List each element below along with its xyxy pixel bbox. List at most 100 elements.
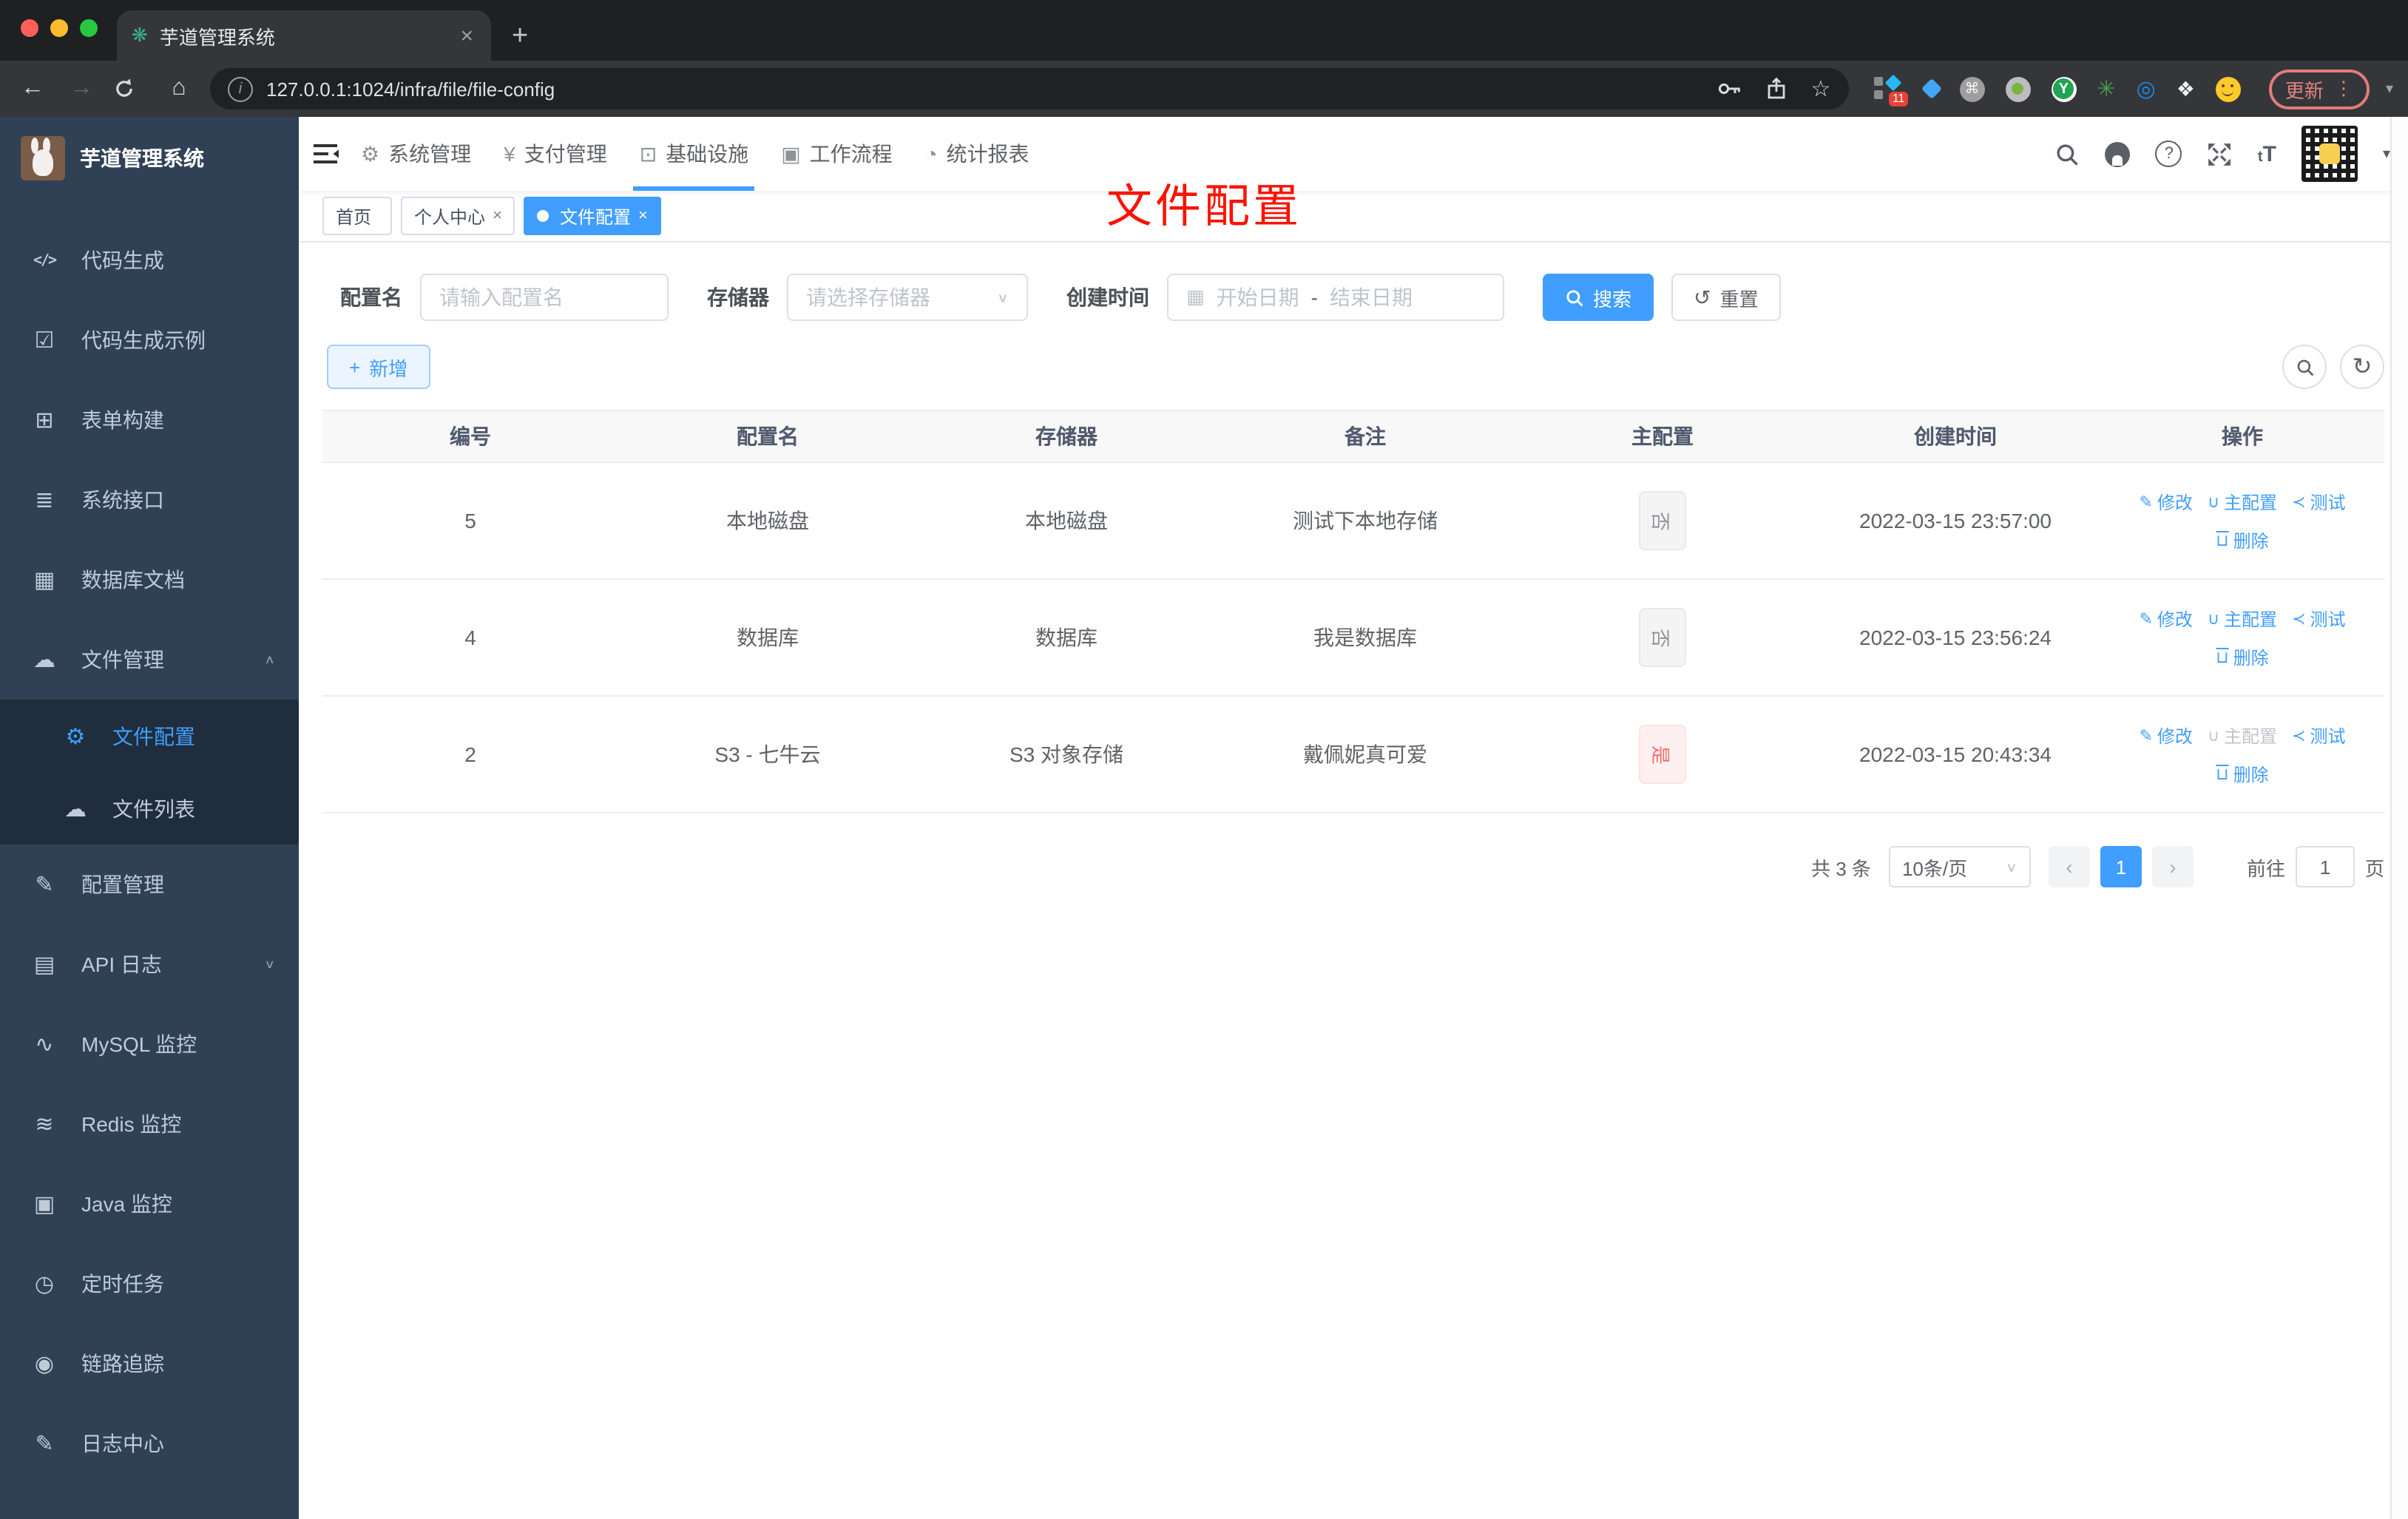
extension-dot-icon[interactable] xyxy=(2005,76,2031,101)
page-size-select[interactable]: 10条/页 ∨ xyxy=(1888,846,2031,887)
config-name-input[interactable]: 请输入配置名 xyxy=(420,274,669,321)
edit-link[interactable]: ✎ 修改 xyxy=(2139,606,2192,631)
font-size-icon[interactable]: tT xyxy=(2258,141,2276,166)
search-icon[interactable] xyxy=(2055,141,2080,166)
sidebar-item[interactable]: ≣ 系统接口 xyxy=(0,460,299,540)
date-range-picker[interactable]: ▦ 开始日期 - 结束日期 xyxy=(1167,274,1504,321)
reset-button[interactable]: ↺ 重置 xyxy=(1671,274,1781,321)
url-bar[interactable]: i 127.0.0.1:1024/infra/file/file-config … xyxy=(210,68,1849,109)
start-date-placeholder[interactable]: 开始日期 xyxy=(1217,283,1299,312)
search-button[interactable]: 搜索 xyxy=(1543,274,1654,321)
prev-page-button[interactable]: ‹ xyxy=(2048,846,2090,887)
sidebar-item[interactable]: ▦ 数据库文档 xyxy=(0,540,299,620)
extension-emoji-icon[interactable] xyxy=(2215,76,2241,101)
toolbar-caret-icon[interactable]: ▾ xyxy=(2386,81,2393,97)
back-button[interactable]: ← xyxy=(15,75,50,102)
next-page-button[interactable]: › xyxy=(2151,846,2194,887)
browser-menu-icon[interactable]: ⋮ xyxy=(2334,77,2353,101)
top-nav-item[interactable]: ⚙ 系统管理 xyxy=(361,117,471,191)
window-controls[interactable] xyxy=(21,19,98,37)
tag-item[interactable]: 首页 xyxy=(322,197,393,235)
page-scrollbar[interactable] xyxy=(2390,117,2408,1519)
password-key-icon[interactable] xyxy=(1718,78,1743,99)
refresh-button[interactable]: ↻ xyxy=(2340,345,2384,389)
forward-button[interactable]: → xyxy=(64,75,99,102)
test-link[interactable]: ≺ 测试 xyxy=(2292,489,2345,514)
help-icon[interactable]: ? xyxy=(2155,141,2182,167)
top-nav-item[interactable]: ◔ 统计报表 xyxy=(925,117,1029,191)
master-config-link[interactable]: ∪ 主配置 xyxy=(2208,606,2277,631)
sidebar-item[interactable]: ◷ 定时任务 xyxy=(0,1244,299,1324)
fullscreen-icon[interactable] xyxy=(2208,141,2233,166)
edit-link[interactable]: ✎ 修改 xyxy=(2139,489,2192,514)
share-icon[interactable] xyxy=(1767,77,1788,101)
browser-update-button[interactable]: 更新 ⋮ xyxy=(2268,69,2370,109)
sidebar-item[interactable]: ▣ Java 监控 xyxy=(0,1164,299,1244)
extension-star-icon[interactable]: ✳ xyxy=(2097,75,2115,102)
sidebar-item[interactable]: ⊞ 表单构建 xyxy=(0,380,299,460)
extensions-puzzle-icon[interactable]: ❖ xyxy=(2177,76,2195,101)
window-close-button[interactable] xyxy=(21,19,38,37)
storage-label: 存储器 xyxy=(707,285,769,309)
master-config-link[interactable]: ∪ 主配置 xyxy=(2208,723,2277,748)
delete-link[interactable]: ⊔ 删除 xyxy=(2216,644,2268,669)
sidebar-subitem[interactable]: ☁ 文件列表 xyxy=(0,772,299,845)
extension-command-icon[interactable]: ⌘ xyxy=(1959,76,1985,101)
github-icon[interactable] xyxy=(2105,141,2131,166)
bookmark-star-icon[interactable]: ☆ xyxy=(1811,75,1831,102)
sidebar-item[interactable]: ◉ 链路追踪 xyxy=(0,1324,299,1404)
app-logo-row: 芋道管理系统 xyxy=(0,117,299,200)
sidebar-item[interactable]: ☑ 代码生成示例 xyxy=(0,300,299,380)
current-page-button[interactable]: 1 xyxy=(2100,846,2142,887)
sidebar-item[interactable]: ▤ API 日志 ∨ xyxy=(0,924,299,1004)
test-link[interactable]: ≺ 测试 xyxy=(2292,606,2345,631)
top-nav-item[interactable]: ⊡ 基础设施 xyxy=(633,117,754,191)
avatar-qr[interactable] xyxy=(2301,126,2358,182)
annotation-overlay: 文件配置 xyxy=(1106,180,1302,232)
master-config-link[interactable]: ∪ 主配置 xyxy=(2208,489,2277,514)
java-monitor-icon: ▣ xyxy=(33,1192,55,1217)
site-info-icon[interactable]: i xyxy=(228,76,253,101)
sidebar-collapse-icon[interactable] xyxy=(314,142,340,166)
home-button[interactable]: ⌂ xyxy=(161,75,197,102)
extension-eye-icon[interactable]: ◎ xyxy=(2137,75,2156,102)
sidebar-item[interactable]: ☁ 文件管理 ∧ xyxy=(0,620,299,700)
window-zoom-button[interactable] xyxy=(80,19,98,37)
top-nav-item[interactable]: ▣ 工作流程 xyxy=(781,117,892,191)
avatar-caret-icon[interactable]: ▾ xyxy=(2383,146,2390,162)
top-nav-item[interactable]: ¥ 支付管理 xyxy=(504,117,607,191)
delete-link[interactable]: ⊔ 删除 xyxy=(2216,761,2268,786)
add-button[interactable]: + 新增 xyxy=(327,345,430,389)
sidebar-subitem[interactable]: ⚙ 文件配置 xyxy=(0,700,299,772)
magnet-icon: ∪ xyxy=(2207,493,2220,511)
tag-item[interactable]: 个人中心 × xyxy=(401,197,515,235)
browser-tab[interactable]: ❋ 芋道管理系统 × xyxy=(117,10,491,61)
chevron-icon: ∧ xyxy=(264,653,275,666)
config-name-label: 配置名 xyxy=(340,285,402,309)
sidebar-item[interactable]: ∿ MySQL 监控 xyxy=(0,1004,299,1084)
chevron-icon: ∨ xyxy=(264,958,275,971)
tag-close-icon[interactable]: × xyxy=(493,207,502,225)
reload-button[interactable] xyxy=(112,77,148,101)
extension-y-icon[interactable]: Y xyxy=(2051,76,2077,101)
delete-link[interactable]: ⊔ 删除 xyxy=(2216,527,2268,552)
sidebar-item[interactable]: ✎ 日志中心 xyxy=(0,1404,299,1484)
test-link[interactable]: ≺ 测试 xyxy=(2292,723,2345,748)
extension-blocks-icon[interactable]: 11 xyxy=(1873,74,1908,106)
sidebar-item[interactable]: ✎ 配置管理 xyxy=(0,845,299,924)
url-text[interactable]: 127.0.0.1:1024/infra/file/file-config xyxy=(266,78,1705,100)
show-search-button[interactable] xyxy=(2282,345,2327,389)
sidebar-item[interactable]: ≋ Redis 监控 xyxy=(0,1084,299,1164)
sidebar-item[interactable]: </> 代码生成 xyxy=(0,220,299,300)
tab-close-icon[interactable]: × xyxy=(457,23,476,48)
tag-item[interactable]: 文件配置 × xyxy=(524,197,661,235)
window-minimize-button[interactable] xyxy=(50,19,68,37)
goto-page-input[interactable]: 1 xyxy=(2295,846,2355,887)
new-tab-button[interactable]: + xyxy=(512,21,528,61)
end-date-placeholder[interactable]: 结束日期 xyxy=(1330,283,1413,312)
extension-gem-icon[interactable] xyxy=(1921,78,1942,100)
edit-link[interactable]: ✎ 修改 xyxy=(2139,723,2192,748)
app-logo-rabbit xyxy=(21,136,65,180)
tag-close-icon[interactable]: × xyxy=(638,207,648,225)
storage-select[interactable]: 请选择存储器 ∨ xyxy=(787,274,1028,321)
